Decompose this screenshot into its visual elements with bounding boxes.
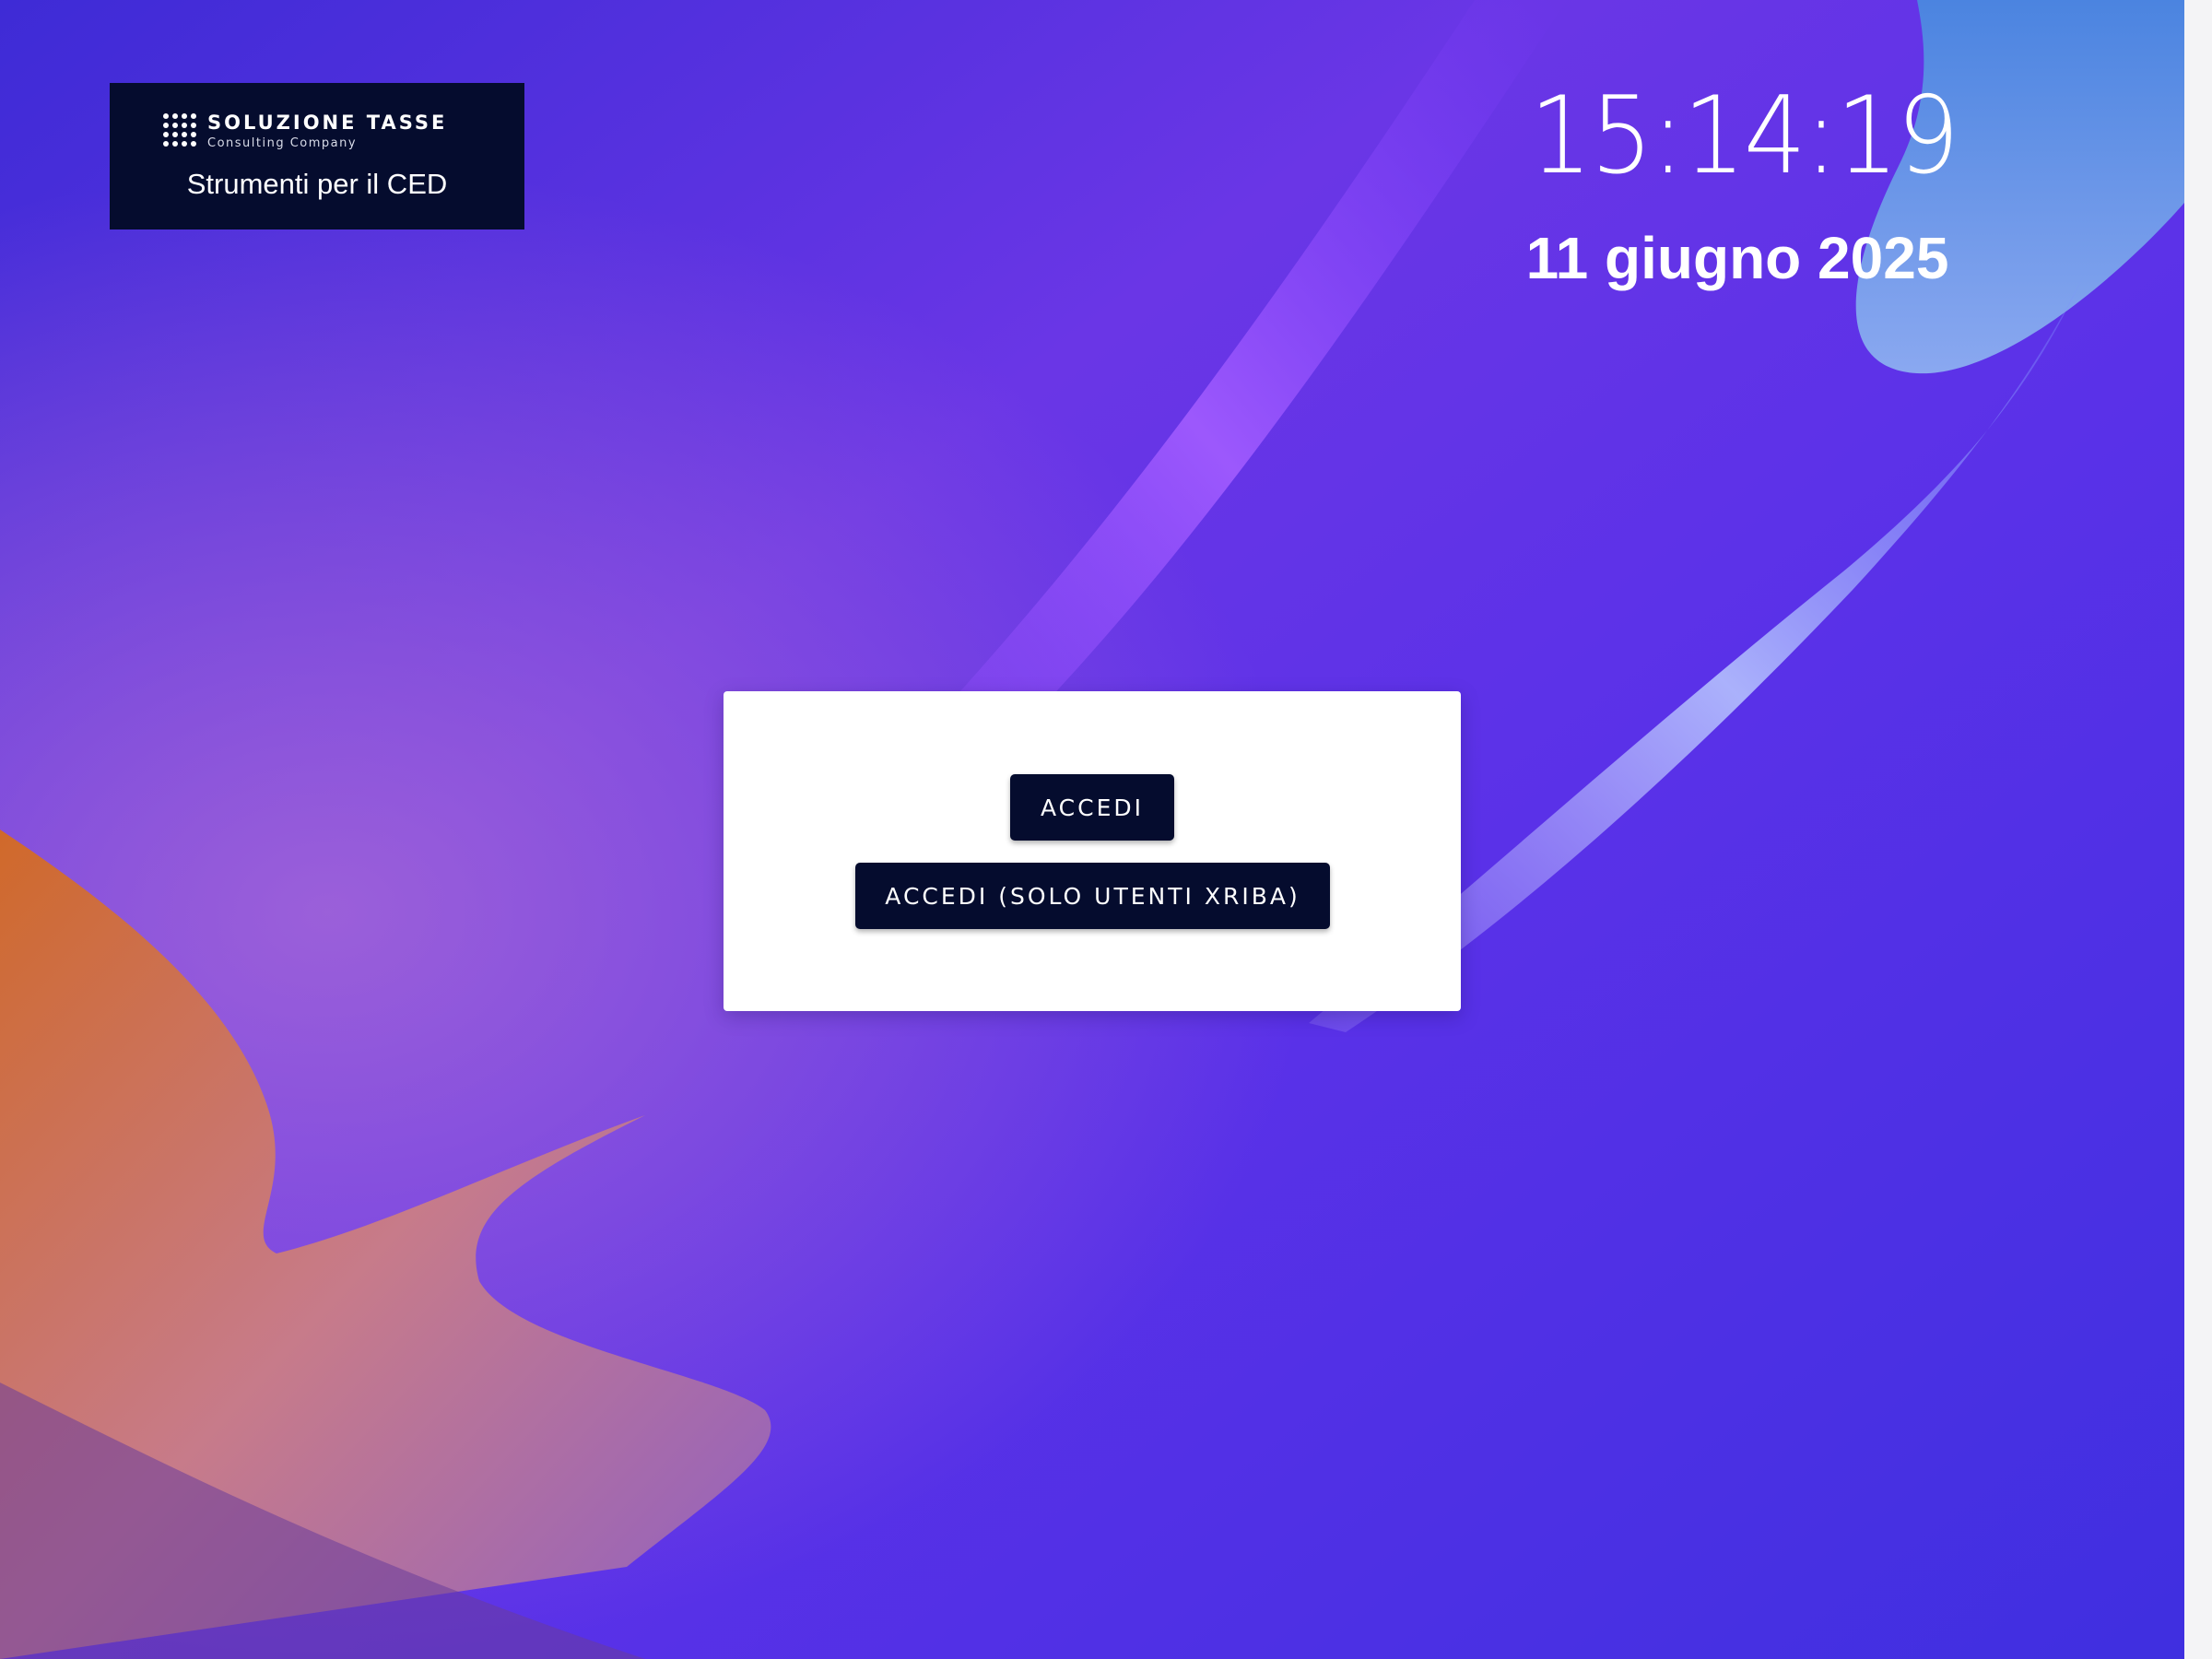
dots-grid-icon xyxy=(163,113,196,148)
login-card: ACCEDI ACCEDI (SOLO UTENTI XRIBA) xyxy=(724,691,1461,1011)
login-screen: SOLUZIONE TASSE Consulting Company Strum… xyxy=(0,0,2212,1659)
clock-time: 15:14:19 xyxy=(1529,74,1959,198)
brand-logo: SOLUZIONE TASSE Consulting Company xyxy=(163,111,447,151)
brand-name: SOLUZIONE TASSE xyxy=(207,111,448,134)
page-scrollbar-track xyxy=(2184,0,2212,1659)
brand-tagline: Consulting Company xyxy=(207,135,358,150)
app-caption: Strumenti per il CED xyxy=(186,168,448,200)
accedi-xriba-button[interactable]: ACCEDI (SOLO UTENTI XRIBA) xyxy=(855,863,1330,929)
accedi-button[interactable]: ACCEDI xyxy=(1010,774,1174,841)
brand-logo-box: SOLUZIONE TASSE Consulting Company Strum… xyxy=(110,83,524,229)
clock-date: 11 giugno 2025 xyxy=(1525,225,1949,291)
